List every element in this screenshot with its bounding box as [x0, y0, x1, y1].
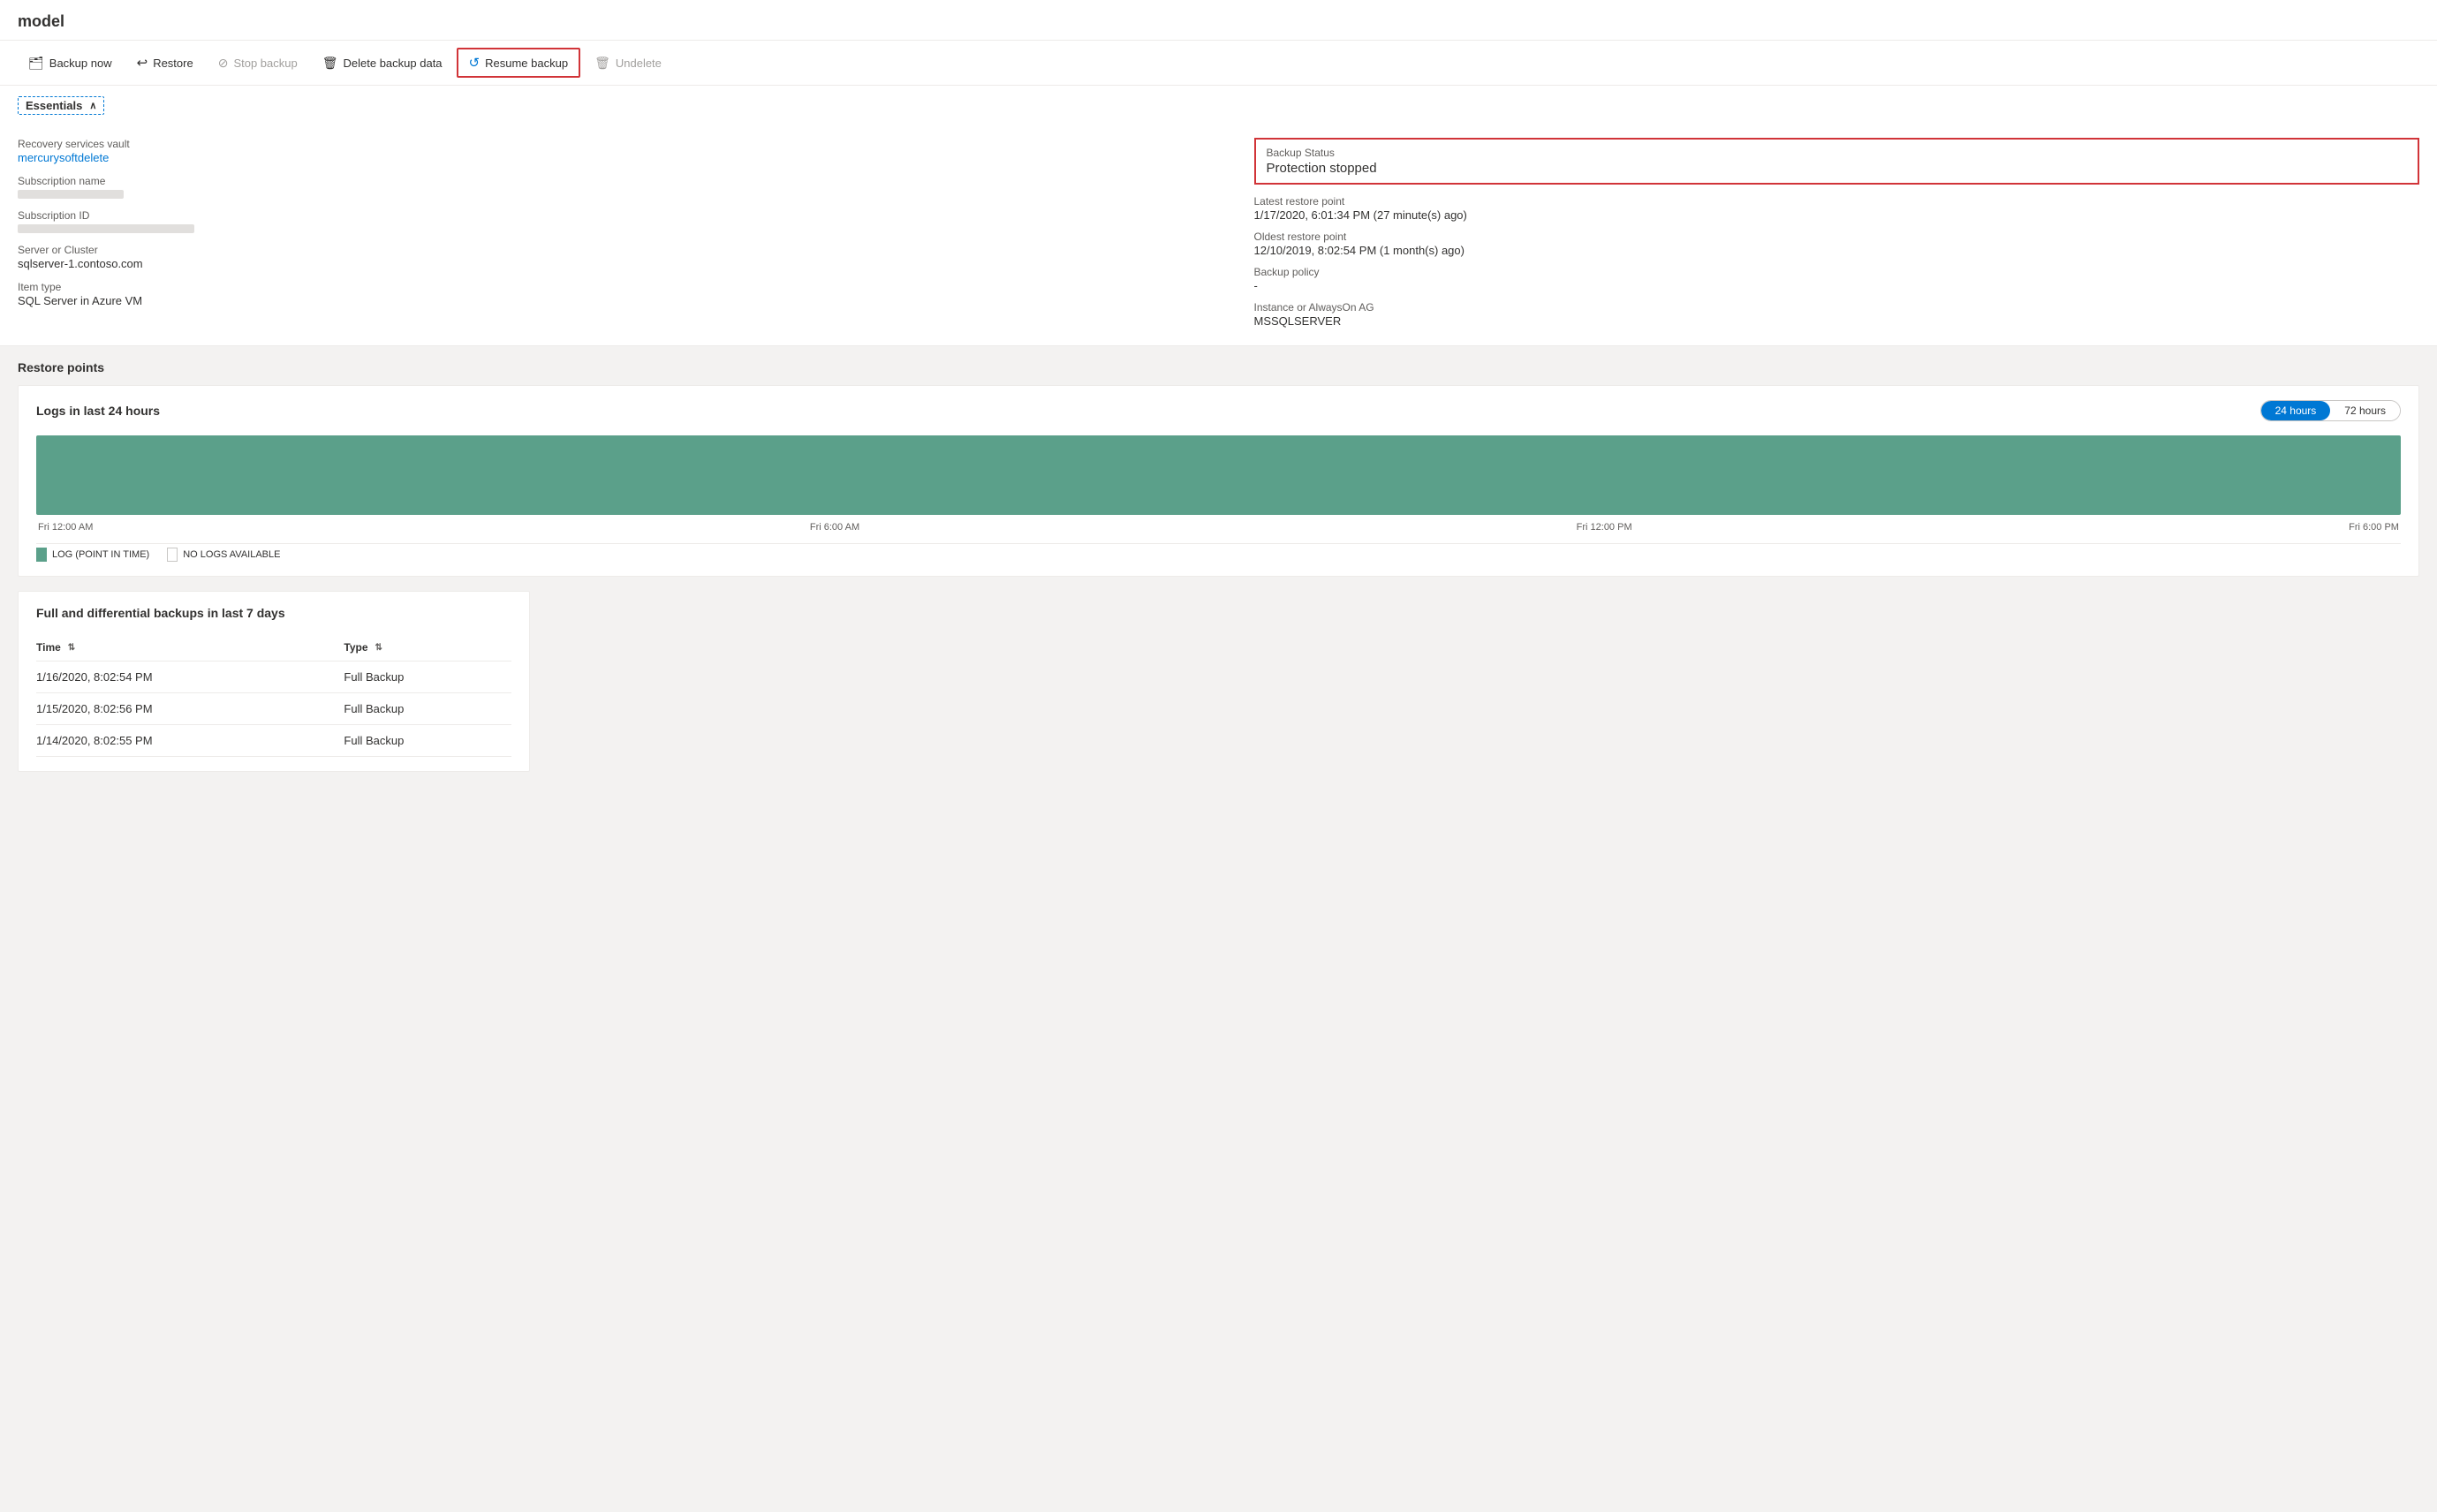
- page-title: model: [0, 0, 2437, 41]
- restore-icon: ↩: [137, 55, 148, 71]
- chart-area: [36, 435, 2401, 515]
- toolbar: 🗂 Backup now ↩ Restore ⊘ Stop backup 🗑 D…: [0, 41, 2437, 86]
- chart-card: Logs in last 24 hours 24 hours 72 hours …: [18, 385, 2419, 577]
- item-type-field: Item type SQL Server in Azure VM: [18, 281, 1219, 307]
- chart-title: Logs in last 24 hours: [36, 404, 160, 418]
- essentials-section: Essentials ∧ Recovery services vault mer…: [0, 86, 2437, 346]
- table-row: 1/15/2020, 8:02:56 PMFull Backup: [36, 693, 511, 725]
- x-label-3: Fri 6:00 PM: [2349, 522, 2399, 533]
- table-cell-time: 1/15/2020, 8:02:56 PM: [36, 693, 344, 725]
- table-card-title: Full and differential backups in last 7 …: [36, 606, 511, 620]
- subscription-name-field: Subscription name: [18, 175, 1219, 199]
- legend-label-no-logs: NO LOGS AVAILABLE: [183, 549, 280, 560]
- x-label-0: Fri 12:00 AM: [38, 522, 93, 533]
- essentials-right: Backup Status Protection stopped Latest …: [1219, 138, 2420, 331]
- server-or-cluster-field: Server or Cluster sqlserver-1.contoso.co…: [18, 244, 1219, 270]
- stop-backup-button[interactable]: ⊘ Stop backup: [208, 50, 308, 76]
- chart-header: Logs in last 24 hours 24 hours 72 hours: [36, 400, 2401, 421]
- legend-color-green: [36, 548, 47, 562]
- table-cell-type: Full Backup: [344, 725, 511, 757]
- chart-x-labels: Fri 12:00 AM Fri 6:00 AM Fri 12:00 PM Fr…: [36, 522, 2401, 533]
- data-table: Time ⇅ Type ⇅ 1/16/2020, 8:02:54 PMFull …: [36, 634, 511, 757]
- table-card: Full and differential backups in last 7 …: [18, 591, 530, 772]
- delete-backup-data-button[interactable]: 🗑 Delete backup data: [312, 50, 453, 76]
- restore-points-title: Restore points: [18, 360, 2419, 374]
- col-header-type: Type ⇅: [344, 634, 511, 662]
- oldest-restore-point-field: Oldest restore point 12/10/2019, 8:02:54…: [1254, 231, 2420, 257]
- undelete-icon: 🗑: [594, 56, 610, 71]
- backup-now-icon: 🗂: [28, 56, 44, 71]
- restore-points-section: Restore points Logs in last 24 hours 24 …: [0, 346, 2437, 786]
- backup-now-button[interactable]: 🗂 Backup now: [18, 50, 123, 76]
- x-label-2: Fri 12:00 PM: [1577, 522, 1632, 533]
- table-cell-time: 1/16/2020, 8:02:54 PM: [36, 662, 344, 693]
- backup-status-box: Backup Status Protection stopped: [1254, 138, 2420, 185]
- subscription-id-placeholder: [18, 224, 194, 233]
- essentials-left: Recovery services vault mercurysoftdelet…: [18, 138, 1219, 331]
- table-cell-type: Full Backup: [344, 662, 511, 693]
- undelete-button[interactable]: 🗑 Undelete: [584, 50, 672, 76]
- sort-icon-time: ⇅: [68, 643, 75, 653]
- table-header-row: Time ⇅ Type ⇅: [36, 634, 511, 662]
- backup-policy-field: Backup policy -: [1254, 266, 2420, 292]
- legend-item-log: LOG (POINT IN TIME): [36, 548, 149, 562]
- subscription-name-placeholder: [18, 190, 124, 199]
- legend-item-no-logs: NO LOGS AVAILABLE: [167, 548, 280, 562]
- essentials-grid: Recovery services vault mercurysoftdelet…: [18, 138, 2419, 331]
- restore-button[interactable]: ↩ Restore: [126, 49, 204, 76]
- time-option-72h[interactable]: 72 hours: [2330, 401, 2400, 420]
- time-option-24h[interactable]: 24 hours: [2261, 401, 2331, 420]
- table-cell-time: 1/14/2020, 8:02:55 PM: [36, 725, 344, 757]
- legend-label-log: LOG (POINT IN TIME): [52, 549, 149, 560]
- table-cell-type: Full Backup: [344, 693, 511, 725]
- stop-backup-icon: ⊘: [218, 56, 229, 71]
- essentials-header: Essentials ∧: [18, 96, 104, 115]
- sort-icon-type: ⇅: [375, 643, 382, 653]
- subscription-id-field: Subscription ID: [18, 209, 1219, 233]
- col-header-time: Time ⇅: [36, 634, 344, 662]
- table-row: 1/14/2020, 8:02:55 PMFull Backup: [36, 725, 511, 757]
- legend-color-white: [167, 548, 178, 562]
- delete-backup-icon: 🗑: [322, 56, 338, 71]
- table-row: 1/16/2020, 8:02:54 PMFull Backup: [36, 662, 511, 693]
- chevron-up-icon: ∧: [89, 100, 96, 111]
- recovery-services-vault-link[interactable]: mercurysoftdelete: [18, 151, 109, 164]
- resume-backup-button[interactable]: ↺ Resume backup: [457, 48, 581, 78]
- time-selector: 24 hours 72 hours: [2260, 400, 2401, 421]
- latest-restore-point-field: Latest restore point 1/17/2020, 6:01:34 …: [1254, 195, 2420, 222]
- chart-legend: LOG (POINT IN TIME) NO LOGS AVAILABLE: [36, 543, 2401, 562]
- recovery-services-vault-field: Recovery services vault mercurysoftdelet…: [18, 138, 1219, 164]
- x-label-1: Fri 6:00 AM: [810, 522, 859, 533]
- resume-backup-icon: ↺: [469, 55, 481, 71]
- instance-field: Instance or AlwaysOn AG MSSQLSERVER: [1254, 301, 2420, 328]
